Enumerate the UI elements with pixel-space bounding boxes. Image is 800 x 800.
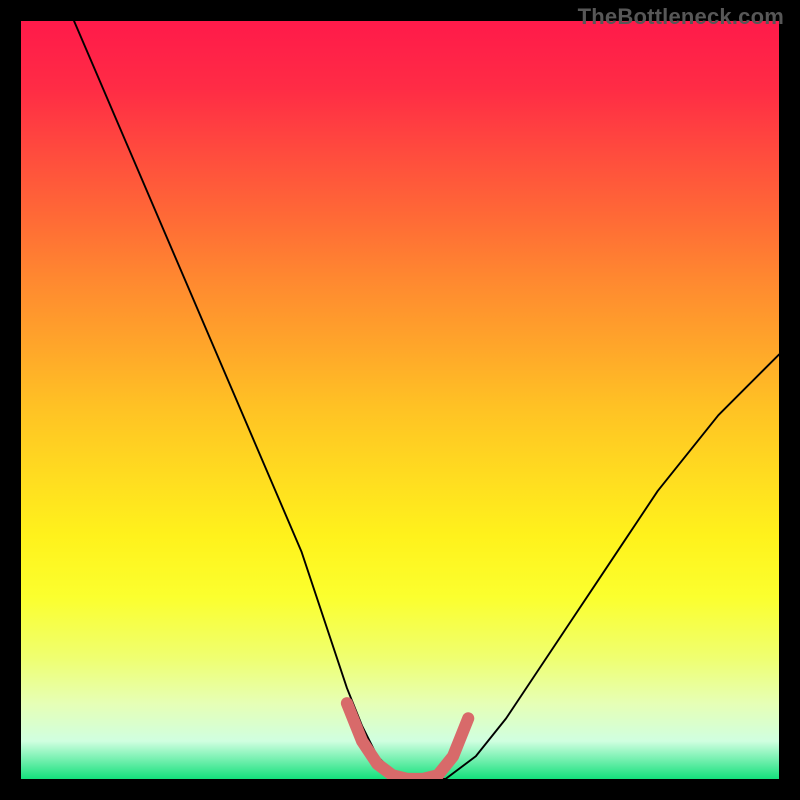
bottleneck-curve (74, 21, 779, 779)
watermark-text: TheBottleneck.com (578, 4, 784, 30)
curve-layer (21, 21, 779, 779)
chart-frame: TheBottleneck.com (0, 0, 800, 800)
gradient-plot-area (21, 21, 779, 779)
optimal-band (347, 703, 468, 779)
